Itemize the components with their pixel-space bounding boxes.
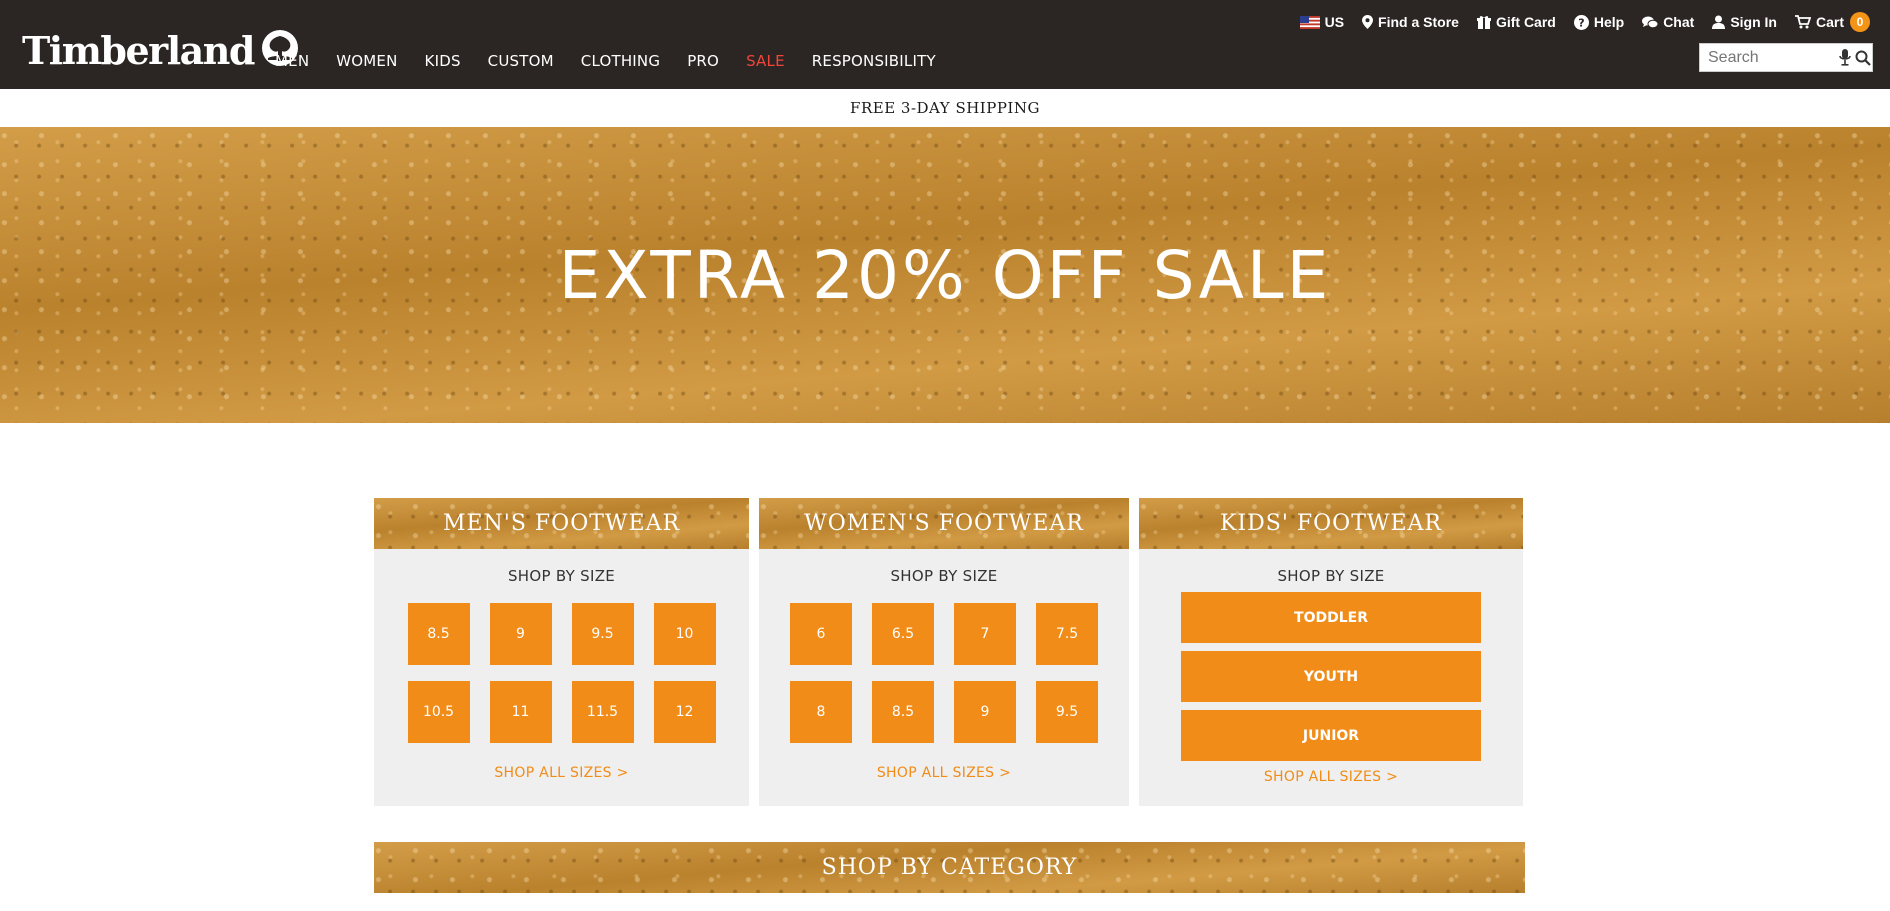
womens-size-grid: 6 6.5 7 7.5 8 8.5 9 9.5 xyxy=(759,603,1129,743)
mens-size-button[interactable]: 10 xyxy=(653,603,716,665)
nav-sale[interactable]: SALE xyxy=(746,52,785,70)
cart-label: Cart xyxy=(1815,14,1844,30)
mens-size-button[interactable]: 10.5 xyxy=(407,681,470,743)
kids-toddler-button[interactable]: TODDLER xyxy=(1181,592,1481,643)
mens-size-button[interactable]: 9 xyxy=(489,603,552,665)
main-navigation: MEN WOMEN KIDS CUSTOM CLOTHING PRO SALE … xyxy=(275,52,963,70)
womens-size-button[interactable]: 8.5 xyxy=(872,681,934,743)
mens-size-button[interactable]: 11 xyxy=(489,681,552,743)
help-icon: ? xyxy=(1573,14,1589,30)
sign-in-link[interactable]: Sign In xyxy=(1712,14,1777,30)
mens-shop-by-size-label: SHOP BY SIZE xyxy=(507,567,616,585)
search-input[interactable] xyxy=(1706,47,1835,68)
logo-wordmark: Timberland xyxy=(22,27,255,73)
shop-by-category-banner[interactable]: SHOP BY CATEGORY xyxy=(374,842,1525,893)
mens-size-button[interactable]: 11.5 xyxy=(571,681,634,743)
sign-in-label: Sign In xyxy=(1730,14,1777,30)
chat-label: Chat xyxy=(1663,14,1695,30)
cart-link[interactable]: Cart 0 xyxy=(1794,12,1870,32)
timberland-logo[interactable]: Timberland xyxy=(22,26,300,74)
find-store-link[interactable]: Find a Store xyxy=(1362,14,1459,30)
mens-shop-all-sizes-link[interactable]: SHOP ALL SIZES > xyxy=(374,765,749,781)
kids-youth-button[interactable]: YOUTH xyxy=(1181,651,1481,702)
womens-size-button[interactable]: 6 xyxy=(790,603,852,665)
gift-card-link[interactable]: Gift Card xyxy=(1476,14,1556,30)
cart-icon xyxy=(1794,15,1811,29)
womens-size-button[interactable]: 7.5 xyxy=(1036,603,1098,665)
utility-navigation: US Find a Store Gift Card ? Help Chat Si… xyxy=(1282,12,1870,32)
country-selector[interactable]: US xyxy=(1299,14,1345,30)
womens-shop-all-sizes-link[interactable]: SHOP ALL SIZES > xyxy=(759,765,1129,781)
nav-men[interactable]: MEN xyxy=(275,52,309,70)
nav-custom[interactable]: CUSTOM xyxy=(488,52,554,70)
cart-count-badge: 0 xyxy=(1850,12,1870,32)
nav-women[interactable]: WOMEN xyxy=(336,52,397,70)
mens-size-button[interactable]: 12 xyxy=(653,681,716,743)
search-icon[interactable] xyxy=(1855,50,1871,66)
mens-size-button[interactable]: 9.5 xyxy=(571,603,634,665)
us-flag-icon xyxy=(1299,15,1320,29)
kids-shop-all-sizes-link[interactable]: SHOP ALL SIZES > xyxy=(1139,769,1523,785)
svg-text:?: ? xyxy=(1578,16,1584,29)
country-label: US xyxy=(1324,14,1345,30)
map-pin-icon xyxy=(1362,15,1374,29)
kids-footwear-card: KIDS' FOOTWEAR SHOP BY SIZE TODDLER YOUT… xyxy=(1139,498,1523,806)
gift-card-label: Gift Card xyxy=(1495,14,1556,30)
womens-shop-by-size-label: SHOP BY SIZE xyxy=(890,567,998,585)
gift-icon xyxy=(1476,15,1491,29)
mens-size-button[interactable]: 8.5 xyxy=(407,603,470,665)
user-icon xyxy=(1712,15,1726,29)
top-header: Timberland MEN WOMEN KIDS CUSTOM CLOTHIN… xyxy=(0,0,1890,89)
womens-size-button[interactable]: 6.5 xyxy=(872,603,934,665)
chat-bubbles-icon xyxy=(1642,16,1659,29)
hero-title: EXTRA 20% OFF SALE xyxy=(558,236,1332,314)
free-shipping-banner[interactable]: FREE 3-DAY SHIPPING xyxy=(0,89,1890,127)
help-link[interactable]: ? Help xyxy=(1573,14,1625,30)
sale-hero-banner[interactable]: EXTRA 20% OFF SALE xyxy=(0,127,1890,423)
nav-clothing[interactable]: CLOTHING xyxy=(581,52,660,70)
womens-size-button[interactable]: 7 xyxy=(954,603,1016,665)
help-label: Help xyxy=(1593,14,1625,30)
mens-footwear-card: MEN'S FOOTWEAR SHOP BY SIZE 8.5 9 9.5 10… xyxy=(374,498,749,806)
womens-footwear-card: WOMEN'S FOOTWEAR SHOP BY SIZE 6 6.5 7 7.… xyxy=(759,498,1129,806)
womens-size-button[interactable]: 8 xyxy=(790,681,852,743)
search-box xyxy=(1699,43,1873,72)
microphone-icon[interactable] xyxy=(1839,49,1851,66)
find-store-label: Find a Store xyxy=(1378,14,1459,30)
mens-footwear-title[interactable]: MEN'S FOOTWEAR xyxy=(374,498,749,549)
chat-link[interactable]: Chat xyxy=(1642,14,1694,30)
kids-size-buttons: TODDLER YOUTH JUNIOR xyxy=(1139,592,1523,761)
kids-footwear-title[interactable]: KIDS' FOOTWEAR xyxy=(1139,498,1523,549)
nav-pro[interactable]: PRO xyxy=(687,52,719,70)
womens-size-button[interactable]: 9 xyxy=(954,681,1016,743)
womens-size-button[interactable]: 9.5 xyxy=(1036,681,1098,743)
nav-kids[interactable]: KIDS xyxy=(425,52,461,70)
womens-footwear-title[interactable]: WOMEN'S FOOTWEAR xyxy=(759,498,1129,549)
nav-responsibility[interactable]: RESPONSIBILITY xyxy=(812,52,936,70)
kids-shop-by-size-label: SHOP BY SIZE xyxy=(1277,567,1385,585)
kids-junior-button[interactable]: JUNIOR xyxy=(1181,710,1481,761)
mens-size-grid: 8.5 9 9.5 10 10.5 11 11.5 12 xyxy=(374,603,749,743)
